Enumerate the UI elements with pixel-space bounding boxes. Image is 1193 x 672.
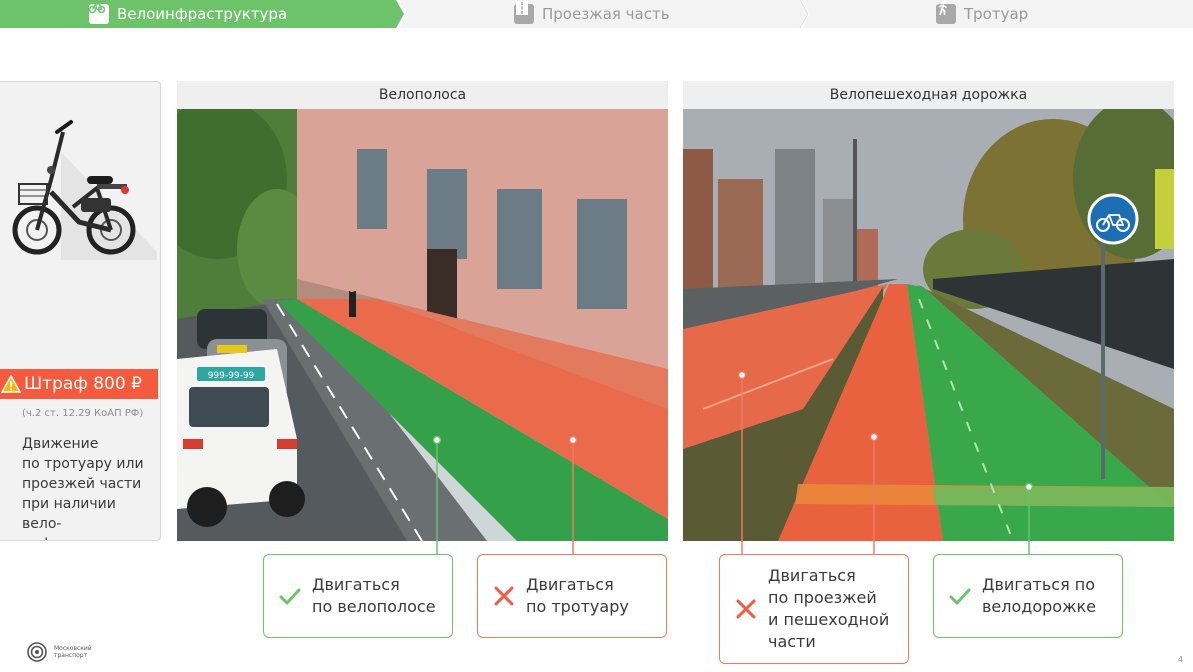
step-label: Велоинфраструктура — [117, 5, 288, 23]
shared-path-card: Велопешеходная дорожка — [683, 81, 1174, 541]
checkmark-icon — [949, 588, 971, 605]
step-label: Тротуар — [964, 5, 1029, 23]
logo-icon — [27, 642, 47, 662]
step-bike-infrastructure[interactable]: Велоинфраструктура — [89, 0, 287, 28]
result-forbidden-sidewalk: Двигаться по тротуару — [477, 554, 667, 638]
warning-icon — [1, 375, 21, 393]
taxi-plate: 999-99-99 — [208, 371, 255, 381]
cross-icon — [494, 586, 514, 606]
road-icon — [514, 1, 534, 24]
step-label: Проезжая часть — [542, 5, 670, 23]
shared-path-title: Велопешеходная дорожка — [683, 81, 1174, 109]
cross-icon — [736, 599, 756, 619]
fine-banner: Штраф 800 ₽ — [0, 369, 158, 399]
bicycle-icon — [89, 3, 109, 24]
bike-lane-title: Велополоса — [177, 81, 668, 109]
logo-text: Московский транспорт — [54, 645, 92, 659]
step-sidewalk[interactable]: Тротуар — [936, 0, 1028, 28]
violation-description: Движение по тротуару или проезжей части … — [22, 436, 148, 540]
result-text: Двигаться по тротуару — [526, 575, 629, 616]
bike-lane-photo: 999-99-99 — [177, 109, 668, 541]
electric-bike-illustration — [12, 120, 157, 260]
bike-lane-card: Велополоса 999-99-99 — [177, 81, 668, 541]
result-text: Двигаться по велодорожке — [982, 575, 1097, 616]
progress-stepper: Велоинфраструктура Проезжая часть Тротуа… — [0, 0, 1193, 28]
result-allowed-bike-lane: Двигаться по велополосе — [263, 554, 453, 638]
result-allowed-bike-path: Двигаться по велодорожке — [933, 554, 1123, 638]
step-roadway[interactable]: Проезжая часть — [514, 0, 670, 28]
moscow-transport-logo: Московский транспорт — [26, 641, 94, 663]
pedestrian-icon — [936, 0, 956, 24]
fine-amount: Штраф 800 ₽ — [24, 374, 142, 394]
law-reference: (ч.2 ст. 12.29 КоАП РФ) — [22, 408, 144, 419]
fine-info-panel: Штраф 800 ₽ (ч.2 ст. 12.29 КоАП РФ) Движ… — [0, 81, 161, 541]
result-text: Двигаться по велополосе — [312, 575, 436, 616]
result-text: Двигаться по проезжей и пешеходной части — [768, 566, 890, 651]
shared-path-photo — [683, 109, 1174, 541]
page-number: 4 — [1178, 655, 1184, 664]
checkmark-icon — [279, 588, 301, 605]
result-forbidden-roadway-and-pedestrian: Двигаться по проезжей и пешеходной части — [719, 554, 909, 664]
